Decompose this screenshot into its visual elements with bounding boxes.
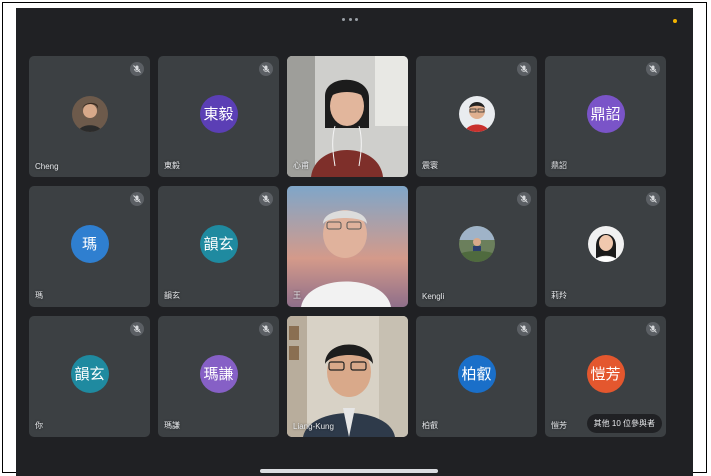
participant-name: Liang-Kung [293, 422, 334, 431]
more-dots-icon[interactable] [342, 16, 358, 22]
mic-off-icon [517, 62, 531, 76]
participant-tile[interactable]: 鼎詔 鼎詔 [545, 56, 666, 177]
home-indicator[interactable] [260, 469, 438, 473]
participant-name: 王 [293, 291, 301, 300]
profile-photo [587, 225, 624, 262]
participant-name: 心甫 [293, 161, 309, 170]
participant-tile[interactable]: 震寰 [416, 56, 537, 177]
participant-name: 柏叡 [422, 421, 438, 430]
profile-photo [458, 95, 495, 132]
other-participants-button[interactable]: 其他 10 位參與者 [586, 414, 662, 433]
participant-name: 愷芳 [551, 421, 567, 430]
participant-name: Cheng [35, 162, 59, 171]
participant-video-tile[interactable]: 心甫 [287, 56, 408, 177]
recording-indicator [673, 19, 677, 23]
initials-avatar: 韻玄 [70, 354, 109, 393]
participant-name: 莉羚 [551, 291, 567, 300]
device-frame: Cheng 東毅 東毅 心甫 震寰 鼎詔 鼎詔 瑪 瑪 韻玄 韻玄 王 Keng… [2, 2, 707, 476]
participant-name: 瑪謙 [164, 421, 180, 430]
profile-photo [71, 95, 108, 132]
video-feed [287, 316, 408, 437]
mic-off-icon [646, 322, 660, 336]
participant-tile[interactable]: 愷芳 愷芳 其他 10 位參與者 [545, 316, 666, 437]
video-feed [287, 186, 408, 307]
participant-name: 韻玄 [164, 291, 180, 300]
participant-name: 東毅 [164, 161, 180, 170]
participant-tile[interactable]: 東毅 東毅 [158, 56, 279, 177]
participant-tile[interactable]: 韻玄 韻玄 [158, 186, 279, 307]
initials-avatar: 瑪謙 [199, 354, 238, 393]
initials-avatar: 柏叡 [457, 354, 496, 393]
participant-tile[interactable]: 柏叡 柏叡 [416, 316, 537, 437]
participant-tile[interactable]: 韻玄 你 [29, 316, 150, 437]
participant-name: 鼎詔 [551, 161, 567, 170]
participant-tile[interactable]: Kengli [416, 186, 537, 307]
initials-avatar: 東毅 [199, 94, 238, 133]
participant-tile[interactable]: 莉羚 [545, 186, 666, 307]
mic-off-icon [517, 322, 531, 336]
initials-avatar: 瑪 [70, 224, 109, 263]
profile-photo [458, 225, 495, 262]
mic-off-icon [646, 192, 660, 206]
participant-video-tile[interactable]: 王 [287, 186, 408, 307]
initials-avatar: 鼎詔 [586, 94, 625, 133]
participant-name: 瑪 [35, 291, 43, 300]
mic-off-icon [646, 62, 660, 76]
participant-grid: Cheng 東毅 東毅 心甫 震寰 鼎詔 鼎詔 瑪 瑪 韻玄 韻玄 王 Keng… [29, 56, 666, 437]
participant-name: Kengli [422, 292, 445, 301]
participant-tile[interactable]: 瑪 瑪 [29, 186, 150, 307]
participant-name: 你 [35, 421, 43, 430]
participant-tile[interactable]: Cheng [29, 56, 150, 177]
video-feed [287, 56, 408, 177]
mic-off-icon [517, 192, 531, 206]
meeting-screen: Cheng 東毅 東毅 心甫 震寰 鼎詔 鼎詔 瑪 瑪 韻玄 韻玄 王 Keng… [16, 8, 693, 476]
mic-off-icon [130, 322, 144, 336]
participant-name: 震寰 [422, 161, 438, 170]
initials-avatar: 韻玄 [199, 224, 238, 263]
mic-off-icon [130, 192, 144, 206]
mic-off-icon [130, 62, 144, 76]
participant-video-tile[interactable]: Liang-Kung [287, 316, 408, 437]
mic-off-icon [259, 62, 273, 76]
initials-avatar: 愷芳 [586, 354, 625, 393]
mic-off-icon [259, 192, 273, 206]
participant-tile[interactable]: 瑪謙 瑪謙 [158, 316, 279, 437]
mic-off-icon [259, 322, 273, 336]
